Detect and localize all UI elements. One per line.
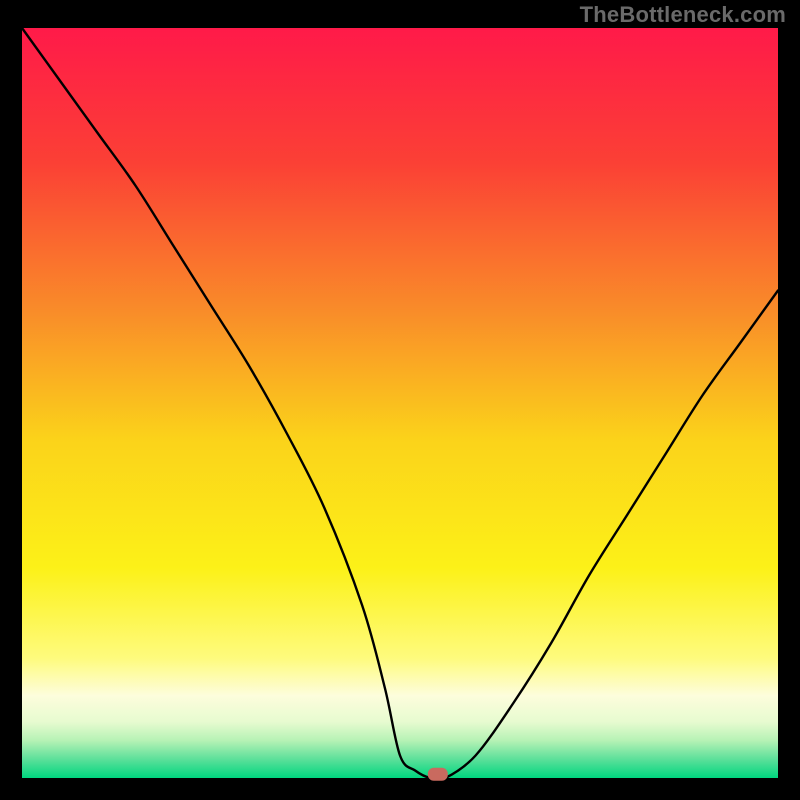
plot-background bbox=[22, 28, 778, 778]
watermark-text: TheBottleneck.com bbox=[580, 2, 786, 28]
chart-frame: { "watermark": "TheBottleneck.com", "cha… bbox=[0, 0, 800, 800]
bottleneck-chart bbox=[0, 0, 800, 800]
optimal-point-marker bbox=[428, 768, 448, 781]
